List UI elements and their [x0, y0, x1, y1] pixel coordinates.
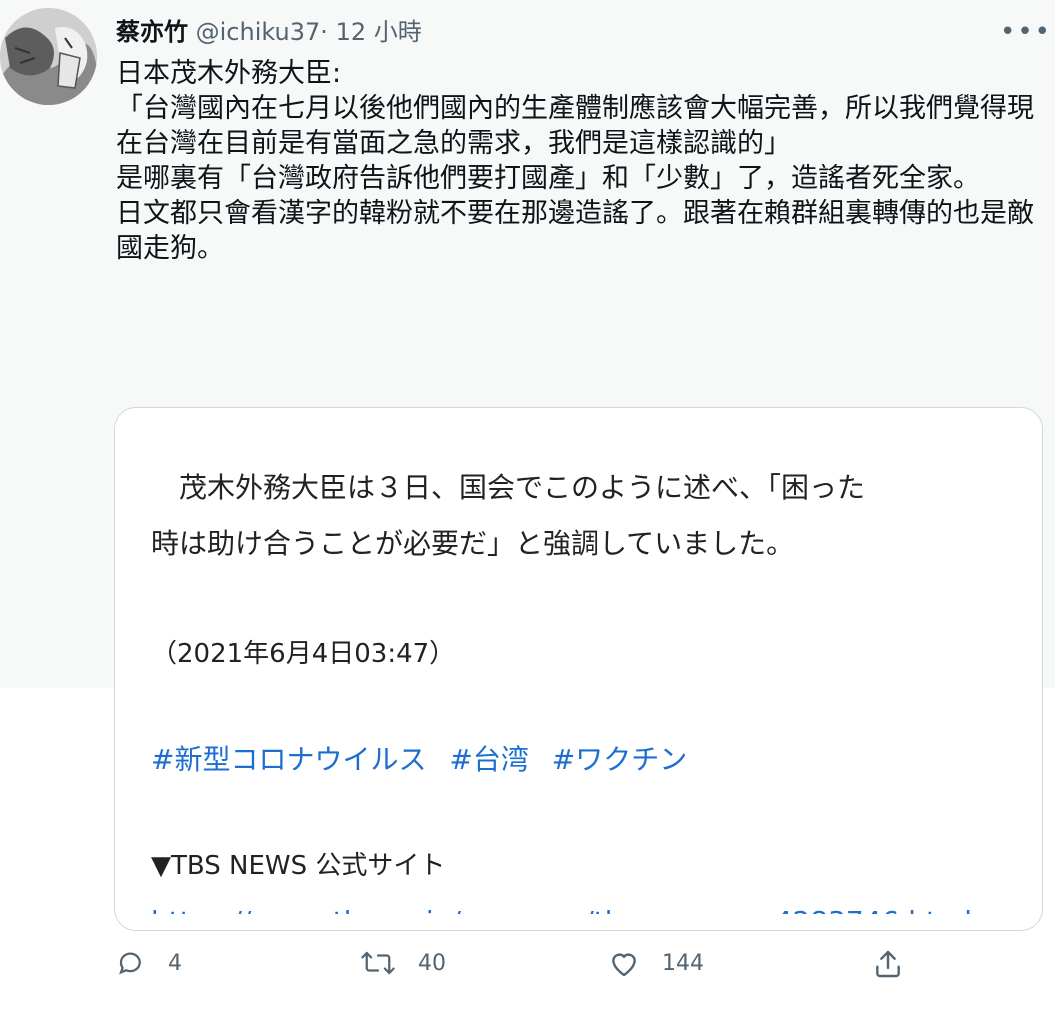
card-text-line-2: 時は助け合うことが必要だ」と強調していました。 — [151, 527, 795, 560]
more-horizontal-icon[interactable]: ••• — [1000, 14, 1052, 50]
retweet-icon — [361, 951, 395, 975]
author-name[interactable]: 蔡亦竹 — [116, 18, 188, 46]
share-button[interactable] — [872, 948, 926, 980]
card-link-cut: https://news.tbs.co.jp/newseye/tbs_newse… — [151, 894, 1031, 914]
reply-count: 4 — [168, 950, 182, 976]
hashtag-link: #台湾 — [449, 743, 529, 776]
card-text-line-1: 茂木外務大臣は３日、国会でこのように述べ、「困った — [151, 471, 866, 504]
reply-icon — [119, 952, 141, 975]
heart-icon — [612, 953, 636, 977]
card-date: （2021年6月4日03:47） — [151, 639, 456, 669]
separator-dot: · — [320, 18, 328, 46]
tweet-text-line: 日本茂木外務大臣: — [116, 58, 342, 89]
tweet-timestamp[interactable]: 12 小時 — [336, 18, 422, 46]
hashtag-link: #ワクチン — [551, 743, 688, 776]
retweet-button[interactable]: 40 — [360, 948, 446, 978]
card-hashtags: #新型コロナウイルス #台湾 #ワクチン — [151, 732, 1031, 788]
hashtag-link: #新型コロナウイルス — [151, 743, 427, 776]
tweet-header: 蔡亦竹 @ichiku37· 12 小時 — [116, 14, 422, 50]
card-site-label: ▼TBS NEWS 公式サイト — [151, 851, 446, 881]
tweet-text-line: 是哪裏有「台灣政府告訴他們要打國產」和「少數」了，造謠者死全家。 — [116, 163, 980, 194]
like-count: 144 — [662, 950, 704, 976]
retweet-count: 40 — [418, 950, 446, 976]
tweet-text-line: 日文都只會看漢字的韓粉就不要在那邊造謠了。跟著在賴群組裏轉傳的也是敵國走狗。 — [116, 198, 1034, 264]
tweet-text: 日本茂木外務大臣: 「台灣國內在七月以後他們國內的生產體制應該會大幅完善，所以我… — [116, 56, 1046, 266]
author-handle[interactable]: @ichiku37 — [196, 18, 321, 46]
media-image-card[interactable]: 茂木外務大臣は３日、国会でこのように述べ、「困った 時は助け合うことが必要だ」と… — [114, 407, 1043, 931]
tweet-actions: 4 40 144 — [0, 948, 1055, 998]
reply-button[interactable]: 4 — [116, 948, 182, 978]
share-icon — [876, 950, 900, 978]
like-button[interactable]: 144 — [608, 948, 704, 978]
tweet-text-line: 「台灣國內在七月以後他們國內的生產體制應該會大幅完善，所以我們覺得現在台灣在目前… — [116, 93, 1034, 159]
avatar[interactable] — [0, 8, 97, 105]
